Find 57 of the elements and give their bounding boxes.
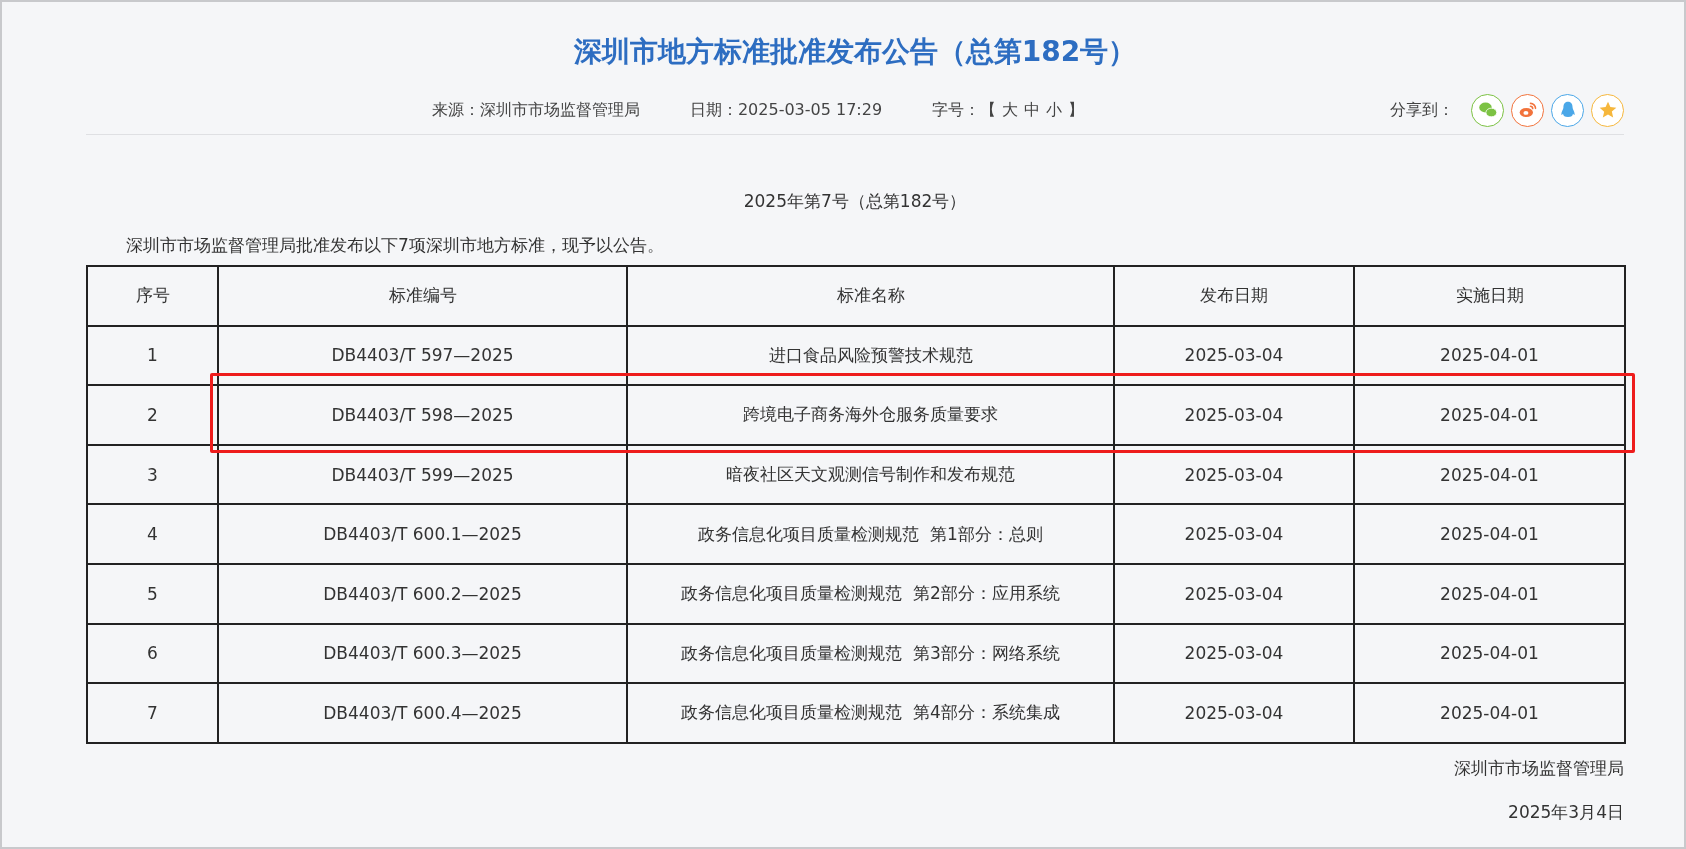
table-cell: 暗夜社区天文观测信号制作和发布规范 xyxy=(627,444,1114,505)
share-label: 分享到： xyxy=(1390,99,1454,121)
table-cell: 2025-03-04 xyxy=(1114,563,1354,624)
table-cell: 跨境电子商务海外仓服务质量要求 xyxy=(627,385,1114,445)
table-cell: 3 xyxy=(87,444,218,505)
table-cell: 2025-04-01 xyxy=(1354,563,1625,624)
font-size-link[interactable]: 大 xyxy=(1002,99,1019,121)
table-cell: 进口食品风险预警技术规范 xyxy=(627,325,1114,386)
table-cell: DB4403/T 600.2—2025 xyxy=(218,563,627,624)
table-cell: 2025-03-04 xyxy=(1114,683,1354,743)
column-header: 发布日期 xyxy=(1114,266,1354,326)
share-button[interactable] xyxy=(1471,93,1504,127)
table-cell: DB4403/T 600.4—2025 xyxy=(218,683,627,743)
table-cell: 5 xyxy=(87,563,218,624)
column-header: 序号 xyxy=(87,266,218,326)
table-cell: 政务信息化项目质量检测规范 第1部分：总则 xyxy=(627,504,1114,564)
meta-text: 来源：深圳市市场监督管理局 xyxy=(431,99,640,121)
table-cell: 2025-04-01 xyxy=(1354,444,1625,505)
table-cell: 2025-03-04 xyxy=(1114,385,1354,445)
table-cell: DB4403/T 598—2025 xyxy=(218,385,627,445)
table-cell: DB4403/T 600.3—2025 xyxy=(218,623,627,684)
table-cell: 政务信息化项目质量检测规范 第3部分：网络系统 xyxy=(627,623,1114,684)
table-cell: 2025-04-01 xyxy=(1354,385,1625,445)
bracket-text: 】 xyxy=(1068,99,1085,121)
table-cell: 6 xyxy=(87,623,218,684)
column-header: 标准名称 xyxy=(627,266,1114,326)
meta-text: 日期：2025-03-05 17:29 xyxy=(689,99,883,121)
share-button[interactable] xyxy=(1511,93,1544,127)
table-cell: DB4403/T 599—2025 xyxy=(218,444,627,505)
table-cell: 2025-03-04 xyxy=(1114,444,1354,505)
table-cell: 2025-04-01 xyxy=(1354,623,1625,684)
article-title: 深圳市地方标准批准发布公告（总第182号） xyxy=(572,34,1138,70)
share-button[interactable] xyxy=(1551,93,1584,127)
signature-date: 2025年3月4日 xyxy=(1507,800,1624,824)
font-size-link[interactable]: 中 xyxy=(1024,99,1041,121)
font-size-link[interactable]: 小 xyxy=(1046,99,1063,121)
table-cell: DB4403/T 600.1—2025 xyxy=(218,504,627,564)
table-cell: 政务信息化项目质量检测规范 第2部分：应用系统 xyxy=(627,563,1114,624)
table-cell: 2025-04-01 xyxy=(1354,504,1625,564)
issue-number: 2025年第7号（总第182号） xyxy=(742,190,968,213)
font-size-label: 字号：【 xyxy=(932,99,997,121)
table-cell: DB4403/T 597—2025 xyxy=(218,325,627,386)
table-cell: 2025-04-01 xyxy=(1354,325,1625,386)
table-cell: 2 xyxy=(87,385,218,445)
intro-paragraph: 深圳市市场监督管理局批准发布以下7项深圳市地方标准，现予以公告。 xyxy=(126,234,665,257)
table-cell: 1 xyxy=(87,325,218,386)
table-cell: 2025-04-01 xyxy=(1354,683,1625,743)
table-cell: 4 xyxy=(87,504,218,564)
column-header: 标准编号 xyxy=(218,266,627,326)
share-button[interactable] xyxy=(1591,93,1624,127)
signature: 深圳市市场监督管理局 xyxy=(1453,756,1624,780)
table-cell: 2025-03-04 xyxy=(1114,504,1354,564)
table-cell: 7 xyxy=(87,683,218,743)
table-cell: 2025-03-04 xyxy=(1114,623,1354,684)
table-cell: 政务信息化项目质量检测规范 第4部分：系统集成 xyxy=(627,683,1114,743)
table-cell: 2025-03-04 xyxy=(1114,325,1354,386)
column-header: 实施日期 xyxy=(1354,266,1625,326)
